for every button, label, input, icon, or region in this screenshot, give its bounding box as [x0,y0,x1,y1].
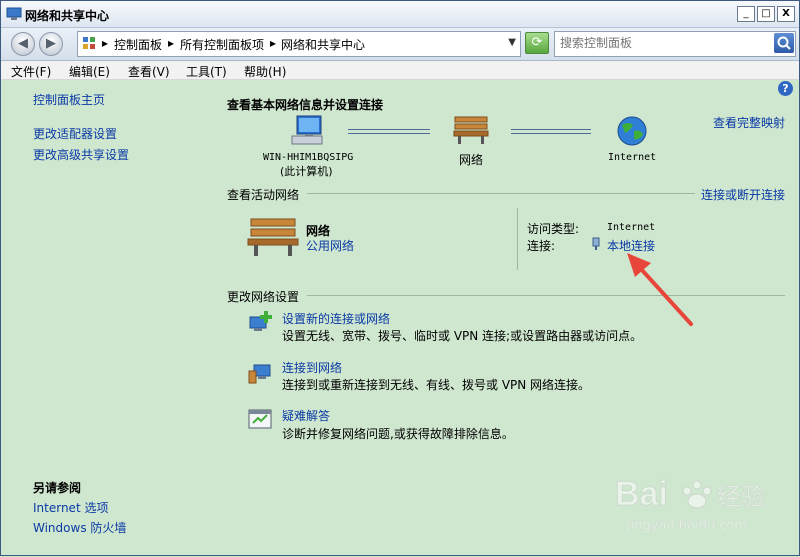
bench-icon [247,218,299,256]
setup-new-connection-link[interactable]: 设置新的连接或网络 [282,310,390,327]
access-type-value: Internet [607,222,656,233]
connection-line [511,129,591,134]
internet-node-label: Internet [608,152,657,163]
troubleshoot-icon [248,409,272,429]
connect-to-network-desc: 连接到或重新连接到无线、有线、拨号或 VPN 网络连接。 [282,378,591,392]
connect-to-network-link[interactable]: 连接到网络 [282,359,342,376]
bench-icon [453,116,489,144]
minimize-button[interactable]: _ [737,6,755,22]
title-bar: 网络和共享中心 _ □ X [1,1,799,28]
connect-disconnect-link[interactable]: 连接或断开连接 [701,186,785,203]
close-button[interactable]: X [777,6,795,22]
forward-button[interactable]: ▶ [39,32,63,56]
local-connection-link[interactable]: 本地连接 [607,237,655,254]
svg-text:经验: 经验 [717,483,765,511]
menu-bar: 文件(F) 编辑(E) 查看(V) 工具(T) 帮助(H) [1,61,799,80]
sidebar-change-adapter[interactable]: 更改适配器设置 [33,125,117,142]
window: 网络和共享中心 _ □ X ◀ ▶ ▸ 控制面板 ▸ 所有控制面板项 ▸ 网络和… [0,0,800,556]
svg-text:jingyan.baidu.com: jingyan.baidu.com [626,518,747,533]
menu-view[interactable]: 查看(V) [128,63,170,80]
troubleshoot-link[interactable]: 疑难解答 [282,407,330,424]
page-title: 查看基本网络信息并设置连接 [227,98,384,112]
menu-file[interactable]: 文件(F) [11,63,51,80]
section-divider [307,193,695,194]
connection-label: 连接: [527,239,556,253]
connection-line [348,129,430,134]
public-network-link[interactable]: 公用网络 [306,237,354,254]
window-title: 网络和共享中心 [25,9,110,23]
search-icon [777,36,791,50]
sidebar-change-sharing[interactable]: 更改高级共享设置 [33,146,129,163]
search-input[interactable] [560,35,765,51]
baidu-watermark: Bai 经验 jingyan.baidu.com [615,469,795,539]
change-settings-heading: 更改网络设置 [227,290,300,304]
vertical-divider [517,208,518,270]
breadcrumb[interactable]: ▸ 控制面板 ▸ 所有控制面板项 ▸ 网络和共享中心 ▼ [77,31,521,57]
search-button[interactable] [774,33,794,53]
breadcrumb-control-panel[interactable]: 控制面板 [114,36,162,53]
sidebar-windows-firewall[interactable]: Windows 防火墙 [33,519,126,536]
view-full-map-link[interactable]: 查看完整映射 [713,114,785,131]
access-type-label: 访问类型: [527,222,580,236]
see-also-heading: 另请参阅 [33,481,82,495]
refresh-button[interactable]: ⟳ [525,32,549,54]
svg-text:Bai: Bai [615,475,668,513]
setup-new-connection-desc: 设置无线、宽带、拨号、临时或 VPN 连接;或设置路由器或访问点。 [282,329,643,343]
connect-network-icon [248,364,271,384]
computer-icon [291,115,323,145]
menu-edit[interactable]: 编辑(E) [69,63,110,80]
breadcrumb-network-center[interactable]: 网络和共享中心 [281,36,365,53]
sidebar-internet-options[interactable]: Internet 选项 [33,499,108,516]
network-node-label: 网络 [459,153,484,167]
baidu-paw-logo: Bai 经验 jingyan.baidu.com [615,475,766,534]
section-divider [307,295,785,296]
help-icon[interactable]: ? [778,81,793,96]
sidebar-control-panel-home[interactable]: 控制面板主页 [33,91,105,108]
active-networks-heading: 查看活动网络 [227,188,300,202]
menu-help[interactable]: 帮助(H) [244,63,286,80]
computer-name: WIN-HHIM1BQSIPG [263,152,354,163]
chevron-down-icon[interactable]: ▼ [508,37,516,48]
address-bar: ◀ ▶ ▸ 控制面板 ▸ 所有控制面板项 ▸ 网络和共享中心 ▼ ⟳ [1,28,799,61]
ethernet-icon [592,237,600,250]
control-panel-icon [83,37,95,49]
back-button[interactable]: ◀ [11,32,35,56]
globe-icon [617,116,647,146]
troubleshoot-desc: 诊断并修复网络问题,或获得故障排除信息。 [282,427,514,441]
menu-tools[interactable]: 工具(T) [186,63,227,80]
search-box[interactable] [554,31,796,57]
maximize-button[interactable]: □ [757,6,775,22]
breadcrumb-all-items[interactable]: 所有控制面板项 [180,36,264,53]
computer-subtitle: (此计算机) [280,165,333,178]
network-app-icon [6,7,22,20]
new-connection-icon [249,311,272,331]
